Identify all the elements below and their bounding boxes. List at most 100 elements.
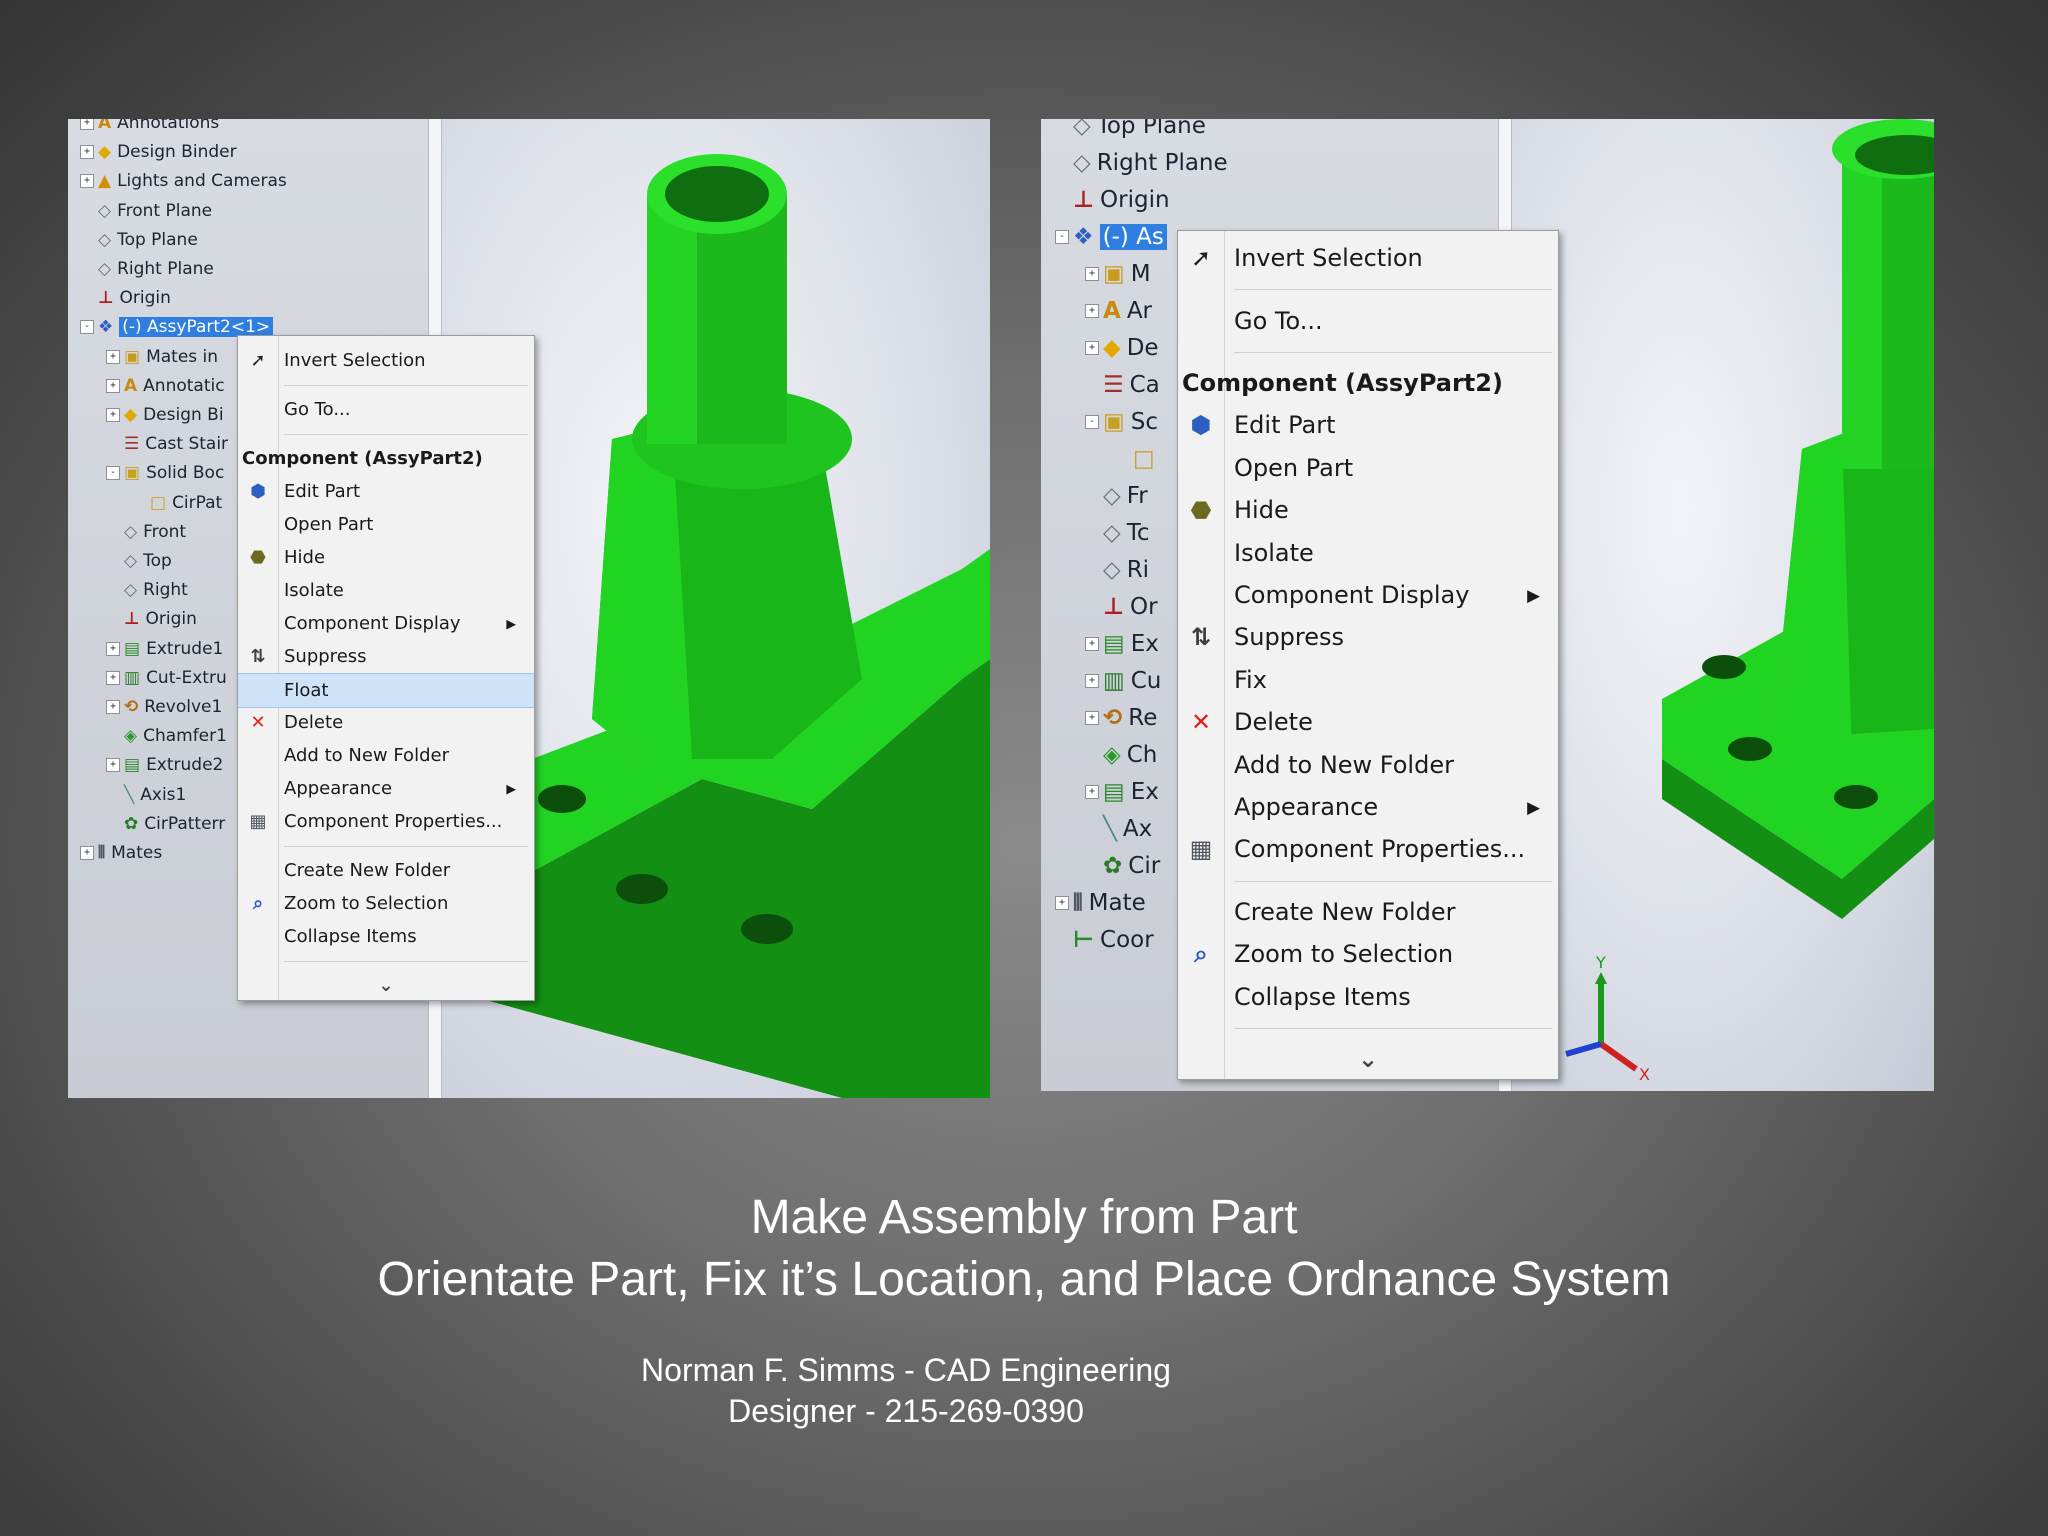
tree-item[interactable]: +◇Top Plane [1055, 119, 1206, 139]
menu-item-component-properties[interactable]: ▦ Component Properties... [238, 805, 534, 838]
tree-item[interactable]: +□CirPat [132, 493, 222, 513]
tree-item[interactable]: +╲Axis1 [106, 785, 186, 805]
tree-item[interactable]: +◈Ch [1085, 742, 1157, 768]
tree-item[interactable]: +⊥Origin [80, 288, 171, 308]
menu-item-component-properties[interactable]: ▦ Component Properties... [1178, 828, 1558, 870]
expand-menu-chevron-icon[interactable]: ⌄ [1178, 1038, 1558, 1080]
expand-toggle[interactable]: + [80, 145, 94, 160]
menu-item-open-part[interactable]: Open Part [1178, 447, 1558, 489]
expand-toggle[interactable]: + [1085, 304, 1099, 318]
expand-toggle[interactable]: + [106, 758, 120, 773]
expand-toggle[interactable]: + [106, 670, 120, 685]
tree-item[interactable]: +☰Ca [1085, 372, 1160, 398]
tree-item[interactable]: + ⟲ Re [1085, 705, 1157, 731]
expand-toggle[interactable]: + [1085, 637, 1099, 651]
collapse-toggle[interactable]: - [106, 466, 120, 481]
menu-item-go-to[interactable]: Go To... [1178, 299, 1558, 341]
menu-item-component-display[interactable]: Component Display ▶ [238, 607, 534, 640]
expand-toggle[interactable]: + [80, 174, 94, 189]
tree-item[interactable]: +◇Top [106, 551, 172, 571]
collapse-toggle[interactable]: - [1055, 230, 1069, 244]
menu-item-add-to-new-folder[interactable]: Add to New Folder [1178, 743, 1558, 785]
menu-item-suppress[interactable]: ⇅ Suppress [238, 640, 534, 673]
tree-item[interactable]: - ▣ Sc [1085, 409, 1158, 435]
tree-item[interactable]: +◇Top Plane [80, 230, 198, 250]
menu-item-suppress[interactable]: ⇅ Suppress [1178, 616, 1558, 658]
expand-toggle[interactable]: + [106, 700, 120, 714]
tree-item[interactable]: + ▤ Ex [1085, 631, 1159, 657]
tree-item[interactable]: +◈Chamfer1 [106, 726, 227, 746]
menu-item-create-new-folder[interactable]: Create New Folder [238, 854, 534, 887]
expand-toggle[interactable]: + [1085, 711, 1099, 725]
tree-item[interactable]: +◇Right [106, 580, 188, 600]
tree-item[interactable]: + ▤ Ex [1085, 779, 1159, 805]
expand-toggle[interactable]: + [1085, 785, 1099, 799]
menu-item-zoom-to-selection[interactable]: ⌕ Zoom to Selection [238, 887, 534, 920]
menu-item-open-part[interactable]: Open Part [238, 508, 534, 541]
part-model-3d[interactable] [1512, 119, 1934, 1091]
expand-toggle[interactable]: + [106, 408, 120, 422]
expand-toggle[interactable]: + [106, 641, 120, 656]
tree-item[interactable]: + ▲ Lights and Cameras [80, 171, 287, 191]
tree-item[interactable]: +⊢Coor [1055, 927, 1154, 953]
menu-item-isolate[interactable]: Isolate [238, 574, 534, 607]
tree-item[interactable]: +◇Tc [1085, 520, 1150, 546]
tree-item[interactable]: +✿Cir [1085, 853, 1160, 879]
menu-item-delete[interactable]: ✕ Delete [1178, 701, 1558, 743]
tree-item[interactable]: +◇Fr [1085, 483, 1148, 509]
tree-item[interactable]: - ▣ Solid Boc [106, 463, 224, 483]
tree-item[interactable]: +⊥Origin [1055, 187, 1170, 213]
menu-item-hide[interactable]: ⬣ Hide [238, 541, 534, 574]
menu-item-invert-selection[interactable]: ➚ Invert Selection [238, 344, 534, 377]
tree-item[interactable]: + ⫴ Mate [1055, 890, 1146, 916]
menu-item-delete[interactable]: ✕ Delete [238, 706, 534, 739]
collapse-toggle[interactable]: - [80, 320, 94, 335]
tree-item[interactable]: + ▤ Extrude1 [106, 639, 223, 659]
tree-item[interactable]: +⊥Or [1085, 594, 1158, 620]
collapse-toggle[interactable]: - [1085, 415, 1099, 429]
tree-item[interactable]: + ⫴ Mates [80, 843, 162, 863]
menu-item-collapse-items[interactable]: Collapse Items [1178, 975, 1558, 1017]
menu-item-appearance[interactable]: Appearance ▶ [238, 772, 534, 805]
menu-item-zoom-to-selection[interactable]: ⌕ Zoom to Selection [1178, 933, 1558, 975]
axis-triad[interactable]: Y X [1551, 954, 1661, 1084]
tree-item[interactable]: + ◆ Design Binder [80, 142, 237, 162]
tree-item[interactable]: - ❖ (-) As [1055, 224, 1167, 250]
tree-item[interactable]: + A Annotations [80, 119, 219, 133]
tree-item[interactable]: + ◆ De [1085, 335, 1159, 361]
tree-item[interactable]: +╲Ax [1085, 816, 1152, 842]
tree-item[interactable]: + ▣ Mates in [106, 347, 218, 367]
tree-item[interactable]: +◇Right Plane [80, 259, 214, 279]
menu-item-create-new-folder[interactable]: Create New Folder [1178, 891, 1558, 933]
expand-toggle[interactable]: + [1085, 341, 1099, 355]
menu-item-edit-part[interactable]: ⬢ Edit Part [1178, 404, 1558, 446]
tree-item[interactable]: + ▤ Extrude2 [106, 755, 223, 775]
tree-item[interactable]: +◇Ri [1085, 557, 1149, 583]
expand-toggle[interactable]: + [106, 378, 120, 393]
menu-item-hide[interactable]: ⬣ Hide [1178, 489, 1558, 531]
tree-item[interactable]: + A Ar [1085, 298, 1152, 324]
menu-item-add-to-new-folder[interactable]: Add to New Folder [238, 739, 534, 772]
graphics-viewport[interactable] [1512, 119, 1934, 1091]
tree-item[interactable]: +✿CirPatterr [106, 814, 225, 834]
tree-item[interactable]: +◇Front Plane [80, 201, 212, 221]
expand-toggle[interactable]: + [80, 846, 94, 860]
expand-toggle[interactable]: + [1055, 896, 1069, 910]
tree-item[interactable]: +⊥Origin [106, 609, 197, 629]
tree-item[interactable]: + ▥ Cut-Extru [106, 668, 227, 688]
menu-item-collapse-items[interactable]: Collapse Items [238, 920, 534, 953]
menu-item-isolate[interactable]: Isolate [1178, 531, 1558, 573]
tree-item[interactable]: + ⟲ Revolve1 [106, 697, 222, 717]
expand-menu-chevron-icon[interactable]: ⌄ [238, 969, 534, 1002]
tree-item[interactable]: + A Annotatic [106, 376, 225, 396]
tree-item[interactable]: + ◆ Design Bi [106, 405, 224, 425]
expand-toggle[interactable]: + [1085, 674, 1099, 688]
expand-toggle[interactable]: + [80, 119, 94, 130]
menu-item-appearance[interactable]: Appearance ▶ [1178, 786, 1558, 828]
menu-item-go-to[interactable]: Go To... [238, 393, 534, 426]
expand-toggle[interactable]: + [1085, 267, 1099, 281]
menu-item-float[interactable]: Float [238, 673, 534, 708]
menu-item-edit-part[interactable]: ⬢ Edit Part [238, 475, 534, 508]
tree-item[interactable]: + ▣ M [1085, 261, 1151, 287]
tree-item[interactable]: +☰Cast Stair [106, 434, 228, 454]
